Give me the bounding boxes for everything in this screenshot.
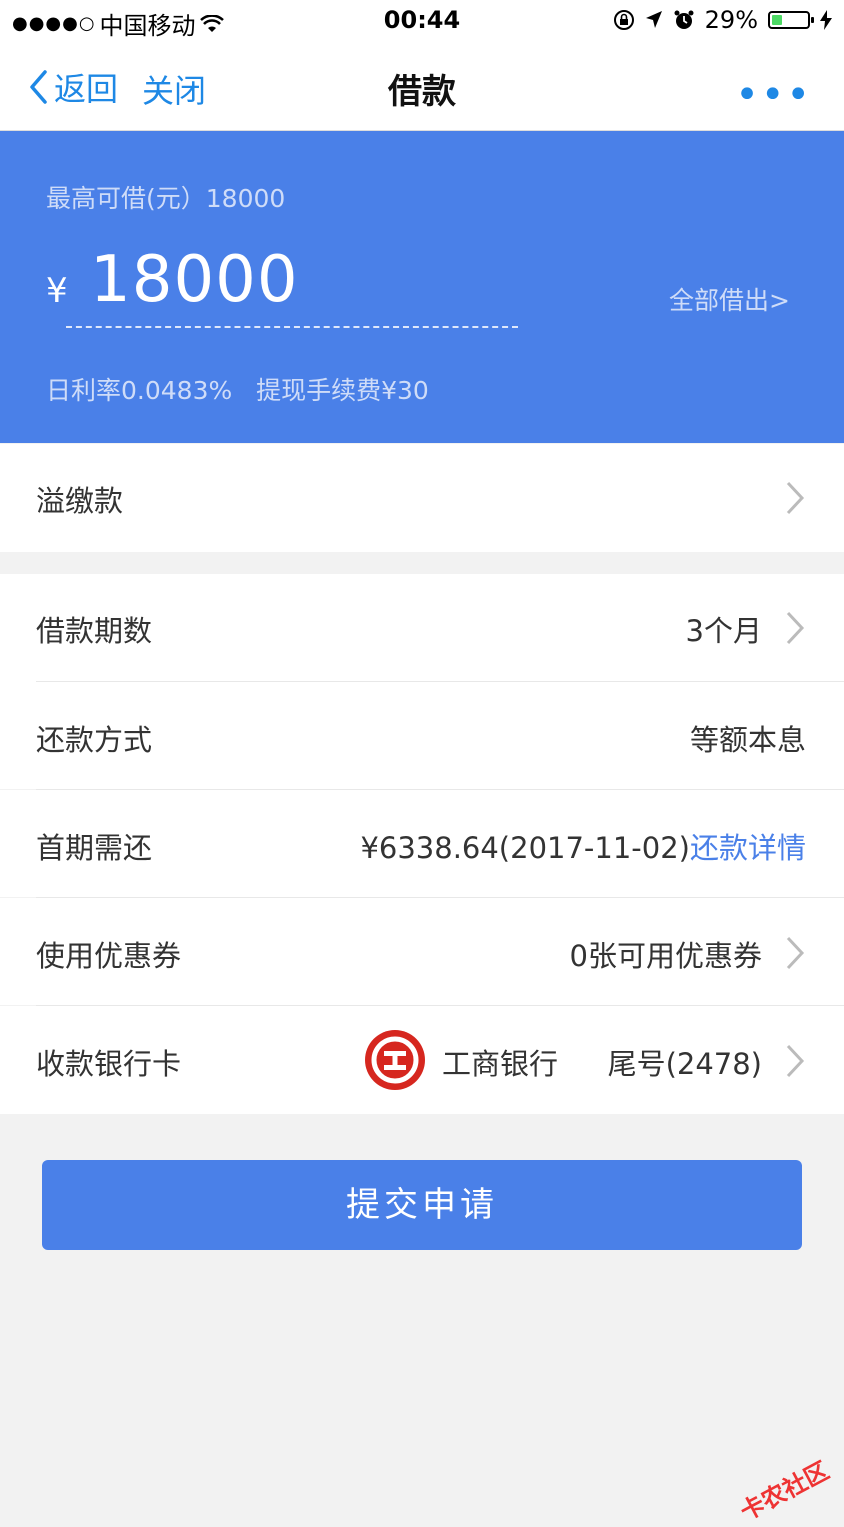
borrow-all-button[interactable]: 全部借出> [669, 281, 790, 317]
coupon-row[interactable]: 使用优惠券 0张可用优惠券 [0, 898, 844, 1005]
first-payment-value-wrap: ¥6338.64(2017-11-02)还款详情 [360, 825, 806, 867]
repayment-details-link[interactable]: 还款详情 [690, 831, 806, 865]
loan-term-value: 3个月 [685, 614, 762, 648]
more-button[interactable]: ••• [735, 72, 812, 118]
currency-symbol: ¥ [46, 271, 68, 311]
coupon-label: 使用优惠券 [36, 939, 182, 973]
charging-icon [820, 10, 832, 30]
battery-icon [768, 11, 814, 29]
nav-bar: 返回 关闭 借款 ••• [0, 42, 844, 131]
coupon-value: 0张可用优惠券 [569, 939, 762, 973]
repay-method-value: 等额本息 [689, 723, 806, 757]
rotation-lock-icon [613, 10, 634, 30]
repay-method-row: 还款方式 等额本息 [0, 682, 844, 789]
rate-info: 日利率0.0483% 提现手续费¥30 [46, 376, 429, 405]
loan-term-row[interactable]: 借款期数 3个月 [0, 574, 844, 682]
overpaid-label: 溢缴款 [36, 484, 124, 518]
status-bar: ●●●●○ 中国移动 00:44 29% [0, 0, 844, 42]
amount-underline [66, 326, 518, 328]
page-title: 借款 [388, 72, 456, 112]
icbc-logo-icon [365, 1030, 425, 1090]
chevron-right-icon [786, 936, 805, 970]
bank-name: 工商银行 [442, 1047, 559, 1081]
borrow-amount-panel: 最高可借(元）18000 ¥ 18000 全部借出> 日利率0.0483% 提现… [0, 131, 844, 443]
card-tail-number: 尾号(2478) [607, 1047, 762, 1081]
bank-card-row[interactable]: 收款银行卡 工商银行 尾号(2478) [0, 1006, 844, 1114]
chevron-right-icon [786, 1044, 805, 1078]
max-borrow-label: 最高可借(元）18000 [46, 184, 286, 213]
alarm-icon [674, 10, 694, 29]
first-payment-label: 首期需还 [36, 831, 153, 865]
watermark: 卡农社区 [735, 1456, 834, 1527]
bank-card-label: 收款银行卡 [36, 1047, 182, 1081]
location-icon [645, 11, 662, 28]
battery-percent: 29% [704, 6, 758, 34]
loan-term-label: 借款期数 [36, 614, 153, 648]
overpaid-row[interactable]: 溢缴款 [0, 444, 844, 552]
chevron-right-icon [786, 611, 805, 645]
first-payment-row: 首期需还 ¥6338.64(2017-11-02)还款详情 [0, 790, 844, 897]
repay-method-label: 还款方式 [36, 723, 153, 757]
submit-application-button[interactable]: 提交申请 [42, 1160, 802, 1250]
borrow-amount-input[interactable]: 18000 [90, 243, 299, 317]
first-payment-value: ¥6338.64(2017-11-02) [360, 831, 690, 865]
chevron-right-icon [786, 481, 805, 515]
